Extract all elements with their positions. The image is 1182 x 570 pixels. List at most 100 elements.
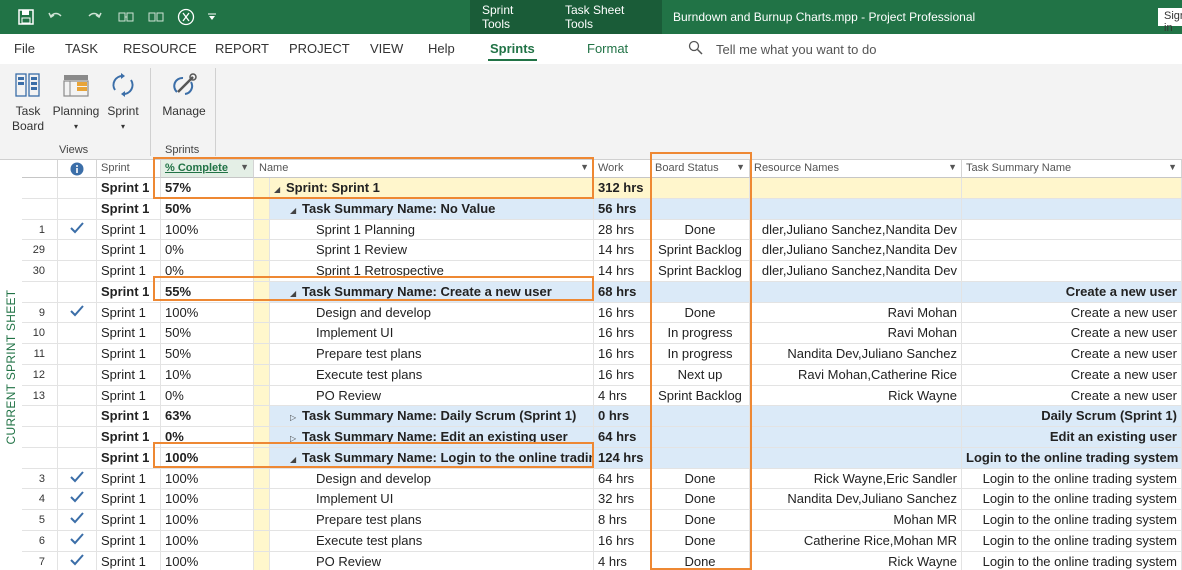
sprint-cell[interactable]: Sprint 1 (97, 281, 161, 303)
undo-icon[interactable] (42, 0, 70, 34)
filter-arrow-icon[interactable]: ▼ (948, 162, 957, 172)
resource-names-cell[interactable] (750, 427, 962, 448)
work-cell[interactable]: 16 hrs (594, 323, 651, 344)
board-status-cell[interactable] (651, 427, 750, 448)
board-status-cell[interactable]: Done (651, 468, 750, 490)
column-header-name[interactable]: Name ▼ (254, 160, 594, 178)
sprint-cell[interactable]: Sprint 1 (97, 219, 161, 241)
name-cell[interactable]: Implement UI (270, 323, 594, 344)
collapse-icon[interactable]: ◢ (290, 452, 302, 468)
task-summary-name-cell[interactable]: Login to the online trading system (962, 468, 1182, 490)
task-summary-name-cell[interactable]: Login to the online trading system (962, 447, 1182, 469)
percent-complete-cell[interactable]: 10% (161, 364, 254, 386)
tab-file[interactable]: File (14, 41, 35, 56)
resource-names-cell[interactable]: dler,Juliano Sanchez,Nandita Dev (750, 219, 962, 241)
task-summary-name-cell[interactable] (962, 198, 1182, 220)
task-summary-name-cell[interactable]: Edit an existing user (962, 427, 1182, 448)
name-cell[interactable]: ◢ Task Summary Name: Login to the online … (270, 447, 594, 469)
board-status-cell[interactable]: Done (651, 302, 750, 324)
board-status-cell[interactable] (651, 281, 750, 303)
board-status-cell[interactable]: Done (651, 510, 750, 531)
filter-arrow-icon[interactable]: ▼ (580, 162, 589, 172)
board-status-cell[interactable]: Done (651, 530, 750, 552)
name-cell[interactable]: Sprint 1 Retrospective (270, 261, 594, 282)
work-cell[interactable]: 124 hrs (594, 447, 651, 469)
row-id[interactable] (22, 198, 58, 220)
name-cell[interactable]: Sprint 1 Planning (270, 219, 594, 241)
percent-complete-cell[interactable]: 0% (161, 261, 254, 282)
collapse-icon[interactable]: ◢ (274, 182, 286, 198)
name-cell[interactable]: Sprint 1 Review (270, 240, 594, 261)
sprint-cell[interactable]: Sprint 1 (97, 530, 161, 552)
summary-row[interactable]: Sprint 1 55% ◢ Task Summary Name: Create a … (22, 281, 1182, 303)
percent-complete-cell[interactable]: 55% (161, 281, 254, 303)
name-cell[interactable]: ◢ Task Summary Name: Create a new user (270, 281, 594, 303)
row-id[interactable]: 9 (22, 302, 58, 324)
task-row[interactable]: 6 Sprint 1 100% Execute test plans 16 hrs Don… (22, 530, 1182, 552)
column-header-resource-names[interactable]: Resource Names ▼ (750, 160, 962, 178)
column-header-work[interactable]: Work (594, 160, 651, 178)
summary-row[interactable]: Sprint 1 0% ▷ Task Summary Name: Edit an ex… (22, 427, 1182, 448)
name-cell[interactable]: PO Review (270, 385, 594, 407)
task-summary-name-cell[interactable]: Login to the online trading system (962, 530, 1182, 552)
sprint-cell[interactable]: Sprint 1 (97, 364, 161, 386)
column-header-percent-complete[interactable]: % Complete ▼ (161, 160, 254, 178)
name-cell[interactable]: Execute test plans (270, 530, 594, 552)
board-status-cell[interactable]: In progress (651, 323, 750, 344)
percent-complete-cell[interactable]: 57% (161, 178, 254, 199)
unlink-tasks-icon[interactable] (142, 0, 170, 34)
filter-arrow-icon[interactable]: ▼ (736, 162, 745, 172)
row-id[interactable]: 7 (22, 551, 58, 570)
tab-help[interactable]: Help (428, 41, 455, 56)
resource-names-cell[interactable]: dler,Juliano Sanchez,Nandita Dev (750, 240, 962, 261)
resource-names-cell[interactable]: Nandita Dev,Juliano Sanchez (750, 344, 962, 365)
indicators-header[interactable] (58, 160, 97, 178)
redo-icon[interactable] (80, 0, 108, 34)
sprint-cell[interactable]: Sprint 1 (97, 198, 161, 220)
task-summary-name-cell[interactable]: Create a new user (962, 323, 1182, 344)
work-cell[interactable]: 16 hrs (594, 364, 651, 386)
task-summary-name-cell[interactable] (962, 261, 1182, 282)
board-status-cell[interactable]: Done (651, 489, 750, 510)
filter-arrow-icon[interactable]: ▼ (1168, 162, 1177, 172)
row-id[interactable]: 12 (22, 364, 58, 386)
tab-format[interactable]: Format (587, 41, 628, 56)
work-cell[interactable]: 28 hrs (594, 219, 651, 241)
task-row[interactable]: 10 Sprint 1 50% Implement UI 16 hrs In progre… (22, 323, 1182, 344)
sprint-cell[interactable]: Sprint 1 (97, 344, 161, 365)
task-summary-name-cell[interactable]: Login to the online trading system (962, 510, 1182, 531)
resource-names-cell[interactable] (750, 406, 962, 427)
sprint-cell[interactable]: Sprint 1 (97, 385, 161, 407)
percent-complete-cell[interactable]: 50% (161, 323, 254, 344)
percent-complete-cell[interactable]: 0% (161, 427, 254, 448)
task-summary-name-cell[interactable] (962, 178, 1182, 199)
resource-names-cell[interactable] (750, 178, 962, 199)
task-row[interactable]: 4 Sprint 1 100% Implement UI 32 hrs Done Nandi… (22, 489, 1182, 510)
resource-names-cell[interactable]: Catherine Rice,Mohan MR (750, 530, 962, 552)
task-summary-name-cell[interactable]: Login to the online trading system (962, 489, 1182, 510)
board-status-cell[interactable]: Sprint Backlog (651, 385, 750, 407)
tab-report[interactable]: REPORT (215, 41, 269, 56)
sprint-button[interactable]: Sprint ▾ (104, 70, 142, 134)
task-row[interactable]: 3 Sprint 1 100% Design and develop 64 hrs Don… (22, 468, 1182, 490)
row-id[interactable]: 30 (22, 261, 58, 282)
work-cell[interactable]: 4 hrs (594, 551, 651, 570)
sprint-cell[interactable]: Sprint 1 (97, 447, 161, 469)
planning-button[interactable]: Planning ▾ (50, 70, 102, 134)
board-status-cell[interactable]: Next up (651, 364, 750, 386)
work-cell[interactable]: 8 hrs (594, 510, 651, 531)
column-header-task-summary-name[interactable]: Task Summary Name ▼ (962, 160, 1182, 178)
board-status-cell[interactable]: Done (651, 219, 750, 241)
resource-names-cell[interactable] (750, 198, 962, 220)
percent-complete-cell[interactable]: 50% (161, 344, 254, 365)
planning-dropdown-icon[interactable]: ▾ (50, 119, 102, 134)
resource-names-cell[interactable]: Rick Wayne,Eric Sandler (750, 468, 962, 490)
percent-complete-cell[interactable]: 100% (161, 510, 254, 531)
task-summary-name-cell[interactable]: Daily Scrum (Sprint 1) (962, 406, 1182, 427)
work-cell[interactable]: 0 hrs (594, 406, 651, 427)
row-id[interactable]: 1 (22, 219, 58, 241)
name-cell[interactable]: ◢ Sprint: Sprint 1 (270, 178, 594, 199)
work-cell[interactable]: 14 hrs (594, 261, 651, 282)
task-summary-name-cell[interactable] (962, 240, 1182, 261)
work-cell[interactable]: 64 hrs (594, 427, 651, 448)
